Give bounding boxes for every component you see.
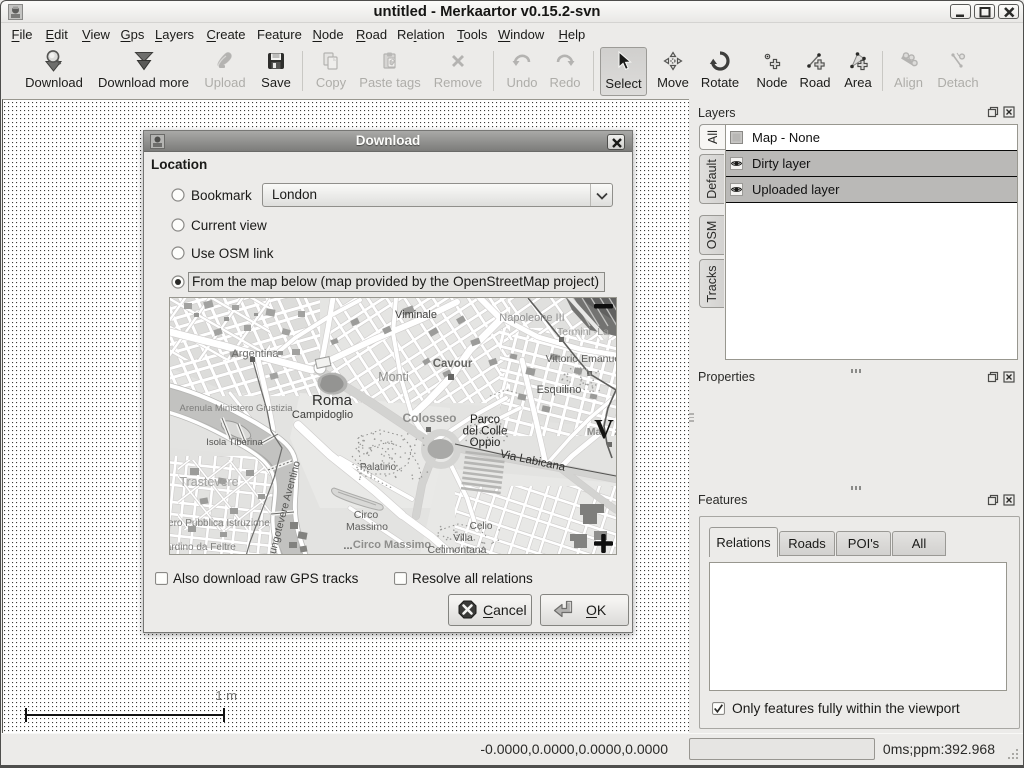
svg-text:Arenula Ministero Giustizia: Arenula Ministero Giustizia <box>180 403 294 414</box>
svg-text:Vittorio Emanuele: Vittorio Emanuele <box>546 353 616 365</box>
svg-text:Campidoglio: Campidoglio <box>292 409 353 421</box>
svg-text:Circo: Circo <box>354 509 379 521</box>
svg-text:...: ... <box>343 540 352 552</box>
svg-text:Parco: Parco <box>470 414 500 426</box>
svg-text:Isola Tiberina: Isola Tiberina <box>206 437 263 448</box>
svg-text:Colosseo: Colosseo <box>402 411 456 425</box>
svg-text:Viminale: Viminale <box>395 309 437 321</box>
svg-text:Esquilino: Esquilino <box>537 384 582 396</box>
svg-text:z: z <box>614 426 616 438</box>
svg-text:nardino da Feltre: nardino da Feltre <box>170 542 236 553</box>
svg-text:Celimontana: Celimontana <box>428 544 487 554</box>
svg-text:V: V <box>594 414 614 444</box>
svg-text:Roma: Roma <box>312 392 353 409</box>
svg-text:stero Pubblica Istruzione: stero Pubblica Istruzione <box>170 518 270 529</box>
svg-text:Napoleone III: Napoleone III <box>499 312 564 324</box>
svg-text:Villa: Villa <box>453 532 473 544</box>
svg-text:Monti: Monti <box>378 370 409 384</box>
svg-text:Celio: Celio <box>470 521 493 532</box>
svg-text:del Colle: del Colle <box>463 426 508 438</box>
svg-text:Argentina: Argentina <box>231 348 279 360</box>
svg-text:Palatino: Palatino <box>360 462 397 473</box>
svg-text:Massimo: Massimo <box>346 521 388 533</box>
svg-text:Oppio: Oppio <box>470 437 501 449</box>
svg-text:Termini -La: Termini -La <box>557 326 609 338</box>
svg-text:Trastevere: Trastevere <box>179 475 238 489</box>
svg-text:Circo Massimo: Circo Massimo <box>353 539 432 551</box>
svg-text:Cavour: Cavour <box>433 358 473 370</box>
